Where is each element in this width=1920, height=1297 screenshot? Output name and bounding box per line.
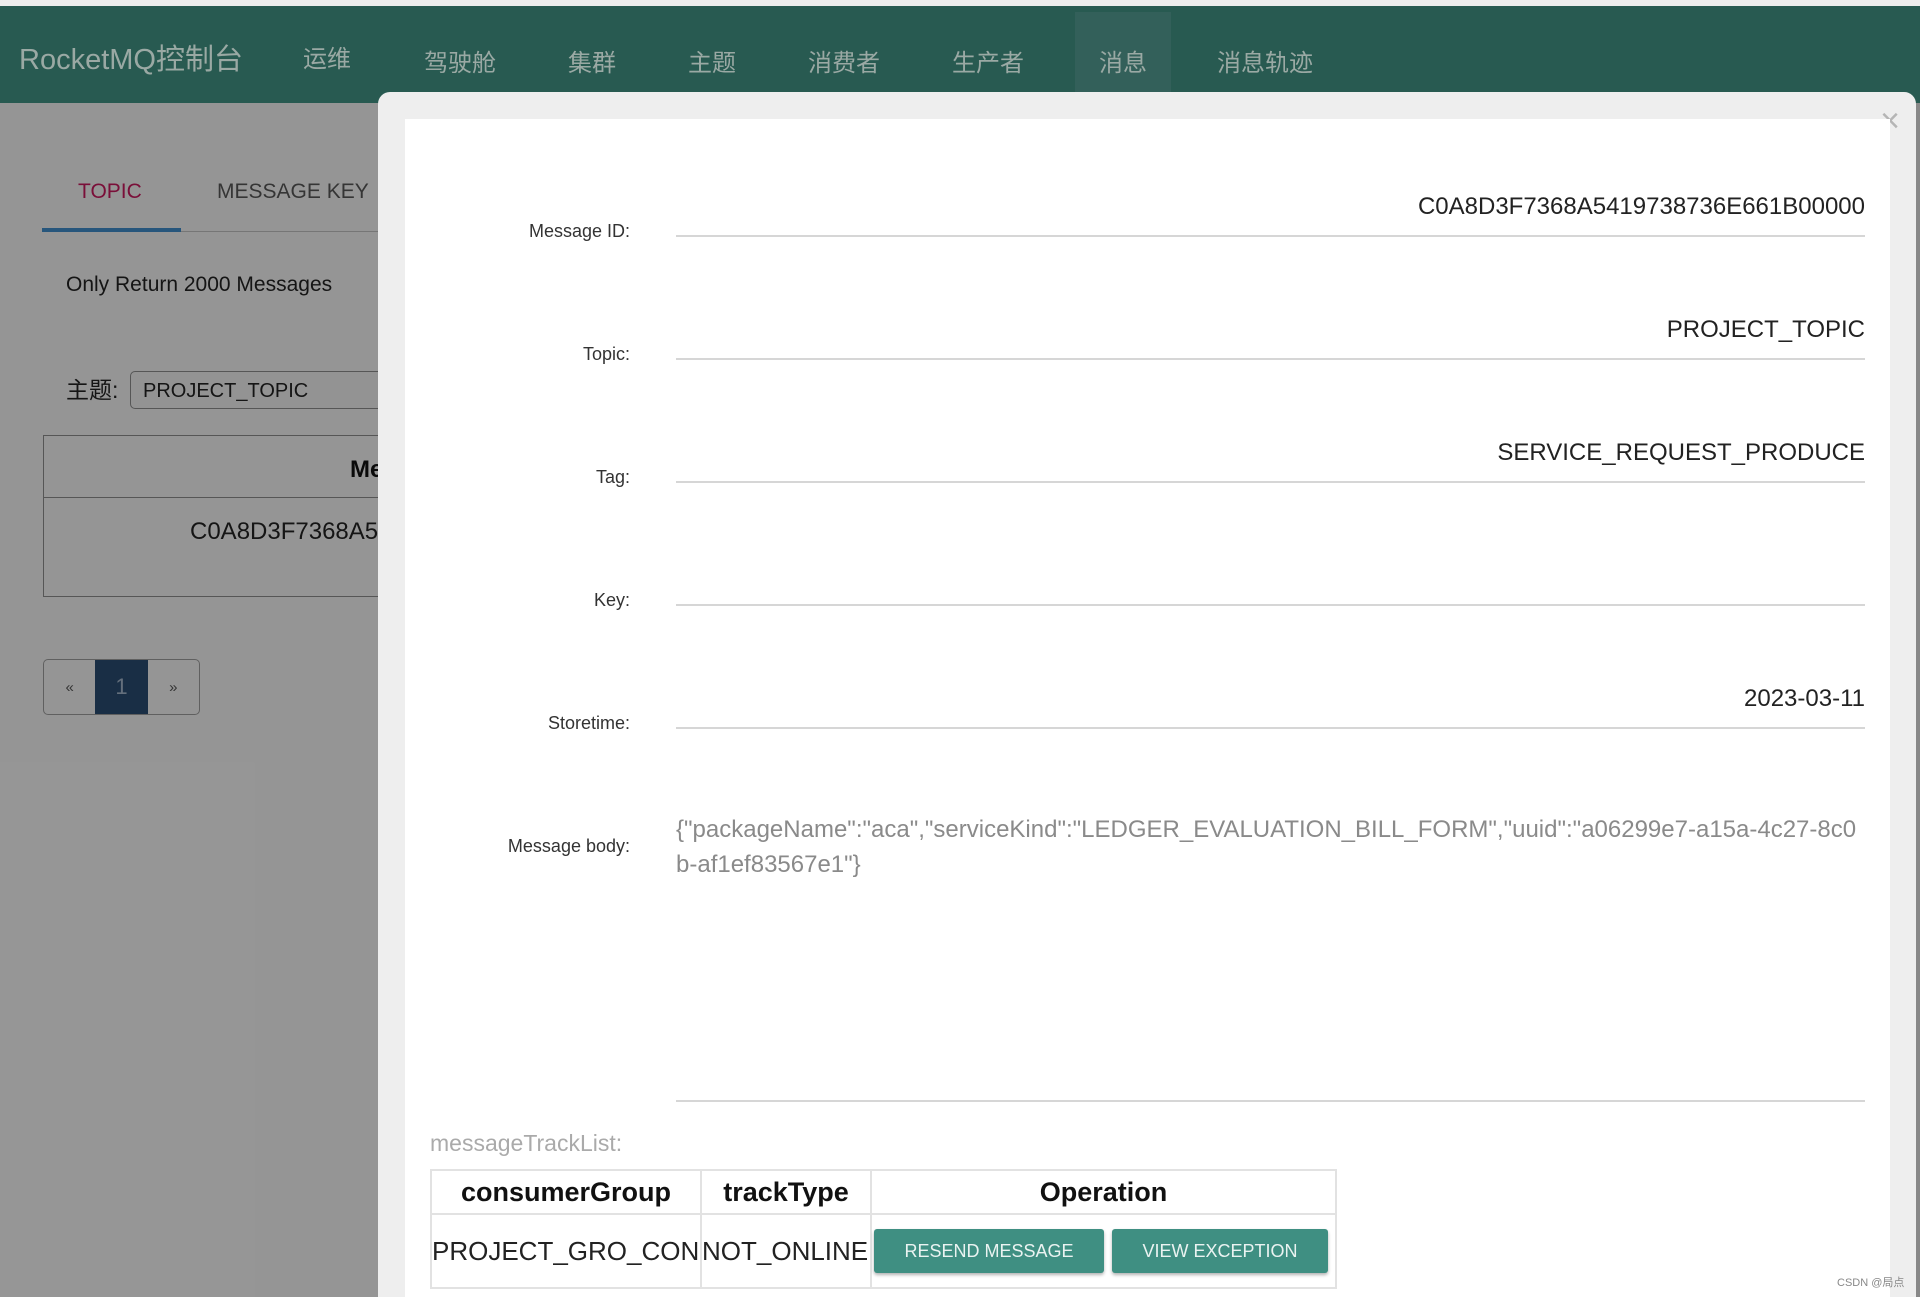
message-id-label: Message ID: [528, 221, 630, 241]
message-body-field[interactable]: {"packageName":"aca","serviceKind":"LEDG… [676, 812, 1865, 1102]
message-id-field[interactable]: C0A8D3F7368A5419738736E661B00000 [676, 193, 1865, 237]
operation-cell: RESEND MESSAGE VIEW EXCEPTION [870, 1213, 1337, 1289]
topic-field[interactable]: PROJECT_TOPIC [676, 316, 1865, 360]
topic-label: Topic: [582, 344, 630, 364]
track-type-cell: NOT_ONLINE [700, 1213, 872, 1289]
brand-logo[interactable]: RocketMQ控制台 [19, 36, 243, 78]
key-label: Key: [593, 590, 630, 610]
consumer-group-cell: PROJECT_GRO_CON [430, 1213, 702, 1289]
table-row: PROJECT_GRO_CON NOT_ONLINE RESEND MESSAG… [430, 1213, 1337, 1289]
resend-message-button[interactable]: RESEND MESSAGE [874, 1229, 1104, 1273]
column-consumer-group: consumerGroup [430, 1169, 702, 1215]
message-detail-dialog: × Message ID: C0A8D3F7368A5419738736E661… [378, 92, 1916, 1297]
column-operation: Operation [870, 1169, 1337, 1215]
storetime-label: Storetime: [547, 713, 630, 733]
page-scrollbar[interactable] [1916, 103, 1920, 1297]
message-body-label: Message body: [507, 836, 630, 856]
top-navbar: RocketMQ控制台 运维 驾驶舱 集群 主题 消费者 生产者 消息 消息轨迹 [0, 6, 1920, 103]
tag-label: Tag: [595, 467, 630, 487]
nav-item-message[interactable]: 消息 [1075, 12, 1171, 103]
message-track-list-title: messageTrackList: [430, 1130, 623, 1156]
key-field[interactable] [676, 562, 1865, 606]
view-exception-button[interactable]: VIEW EXCEPTION [1112, 1229, 1328, 1273]
tag-field[interactable]: SERVICE_REQUEST_PRODUCE [676, 439, 1865, 483]
nav-item-ops[interactable]: 运维 [303, 12, 351, 103]
storetime-field[interactable]: 2023-03-11 [676, 685, 1865, 729]
column-track-type: trackType [700, 1169, 872, 1215]
message-detail-panel: Message ID: C0A8D3F7368A5419738736E661B0… [405, 119, 1890, 1297]
track-table-header: consumerGroup trackType Operation [430, 1169, 1337, 1215]
watermark: CSDN @局点 [1837, 1277, 1905, 1289]
message-track-table: consumerGroup trackType Operation PROJEC… [430, 1169, 1337, 1289]
